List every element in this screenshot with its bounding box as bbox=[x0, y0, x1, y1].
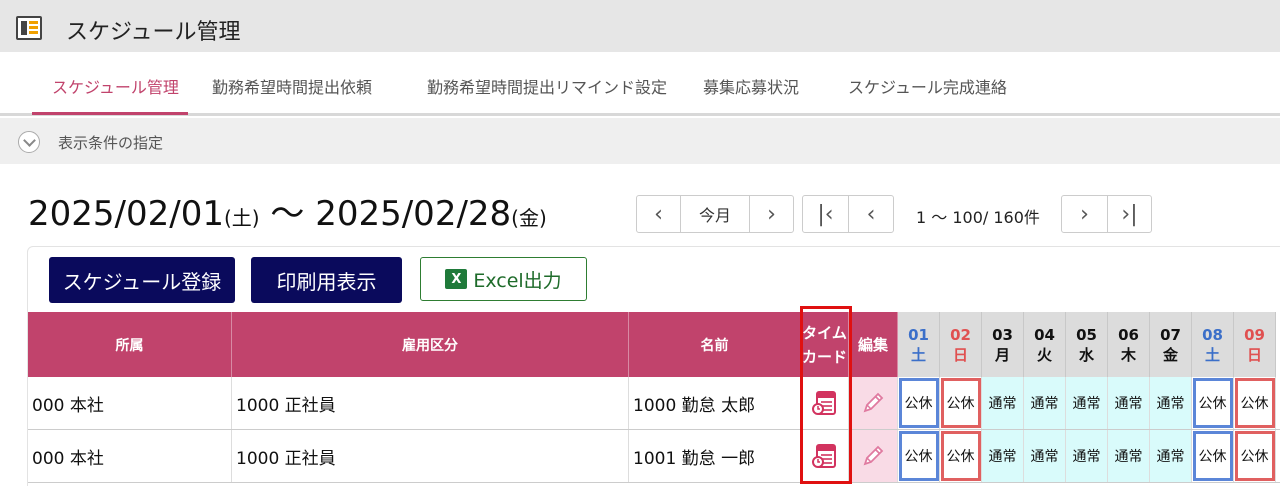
table-row: 000 本社 1000 正社員 1001 勤怠 一郎 公休 公休 通常 通常 通常 通常 通常 公休… bbox=[28, 430, 1280, 483]
date-range: 2025/02/01(土) ～ 2025/02/28(金) bbox=[28, 186, 547, 235]
shift-cell[interactable]: 通常 bbox=[1024, 430, 1066, 482]
day-number: 09 bbox=[1244, 325, 1265, 344]
last-page-button[interactable]: ›| bbox=[1108, 196, 1151, 232]
tab-work-hope-remind-setting[interactable]: 勤務希望時間提出リマインド設定 bbox=[427, 74, 667, 98]
range-separator: ～ bbox=[270, 194, 305, 234]
pencil-edit-icon[interactable] bbox=[849, 377, 898, 429]
shift-cell[interactable]: 公休 bbox=[940, 430, 982, 482]
active-tab-underline bbox=[32, 112, 188, 115]
first-page-button[interactable]: |‹ bbox=[803, 196, 848, 232]
filter-toggle-label[interactable]: 表示条件の指定 bbox=[58, 132, 163, 153]
shift-cell[interactable]: 通常 bbox=[1066, 430, 1108, 482]
page-navigator-forward: › ›| bbox=[1061, 195, 1152, 233]
header-day-03: 03 月 bbox=[982, 312, 1024, 377]
shift-cell[interactable]: 公休 bbox=[1234, 430, 1276, 482]
shift-cell[interactable]: 通常 bbox=[1024, 377, 1066, 429]
cell-name: 1001 勤怠 一郎 bbox=[629, 430, 801, 482]
end-date: 2025/02/28 bbox=[315, 194, 512, 234]
day-weekday: 土 bbox=[910, 345, 926, 364]
tab-schedule-complete-notice[interactable]: スケジュール完成連絡 bbox=[848, 74, 1007, 98]
tab-work-hope-request[interactable]: 勤務希望時間提出依頼 bbox=[212, 74, 372, 98]
shift-cell[interactable]: 通常 bbox=[1150, 430, 1192, 482]
header-day-08: 08 土 bbox=[1192, 312, 1234, 377]
schedule-register-button[interactable]: スケジュール登録 bbox=[49, 257, 235, 303]
filter-bar[interactable] bbox=[0, 118, 1280, 164]
day-weekday: 木 bbox=[1120, 345, 1136, 364]
shift-cell[interactable]: 公休 bbox=[940, 377, 982, 429]
tab-bar: スケジュール管理 勤務希望時間提出依頼 勤務希望時間提出リマインド設定 募集応募… bbox=[0, 52, 1280, 116]
table-row: 000 本社 1000 正社員 1000 勤怠 太郎 公休 公休 通常 通常 通常 通常 通常 公休… bbox=[28, 377, 1280, 430]
day-number: 07 bbox=[1160, 325, 1181, 344]
header-name: 名前 bbox=[629, 312, 801, 377]
header-affiliation: 所属 bbox=[28, 312, 232, 377]
day-weekday: 土 bbox=[1204, 345, 1220, 364]
day-weekday: 火 bbox=[1036, 345, 1052, 364]
end-weekday: (金) bbox=[511, 206, 547, 230]
day-number: 06 bbox=[1118, 325, 1139, 344]
day-number: 04 bbox=[1034, 325, 1055, 344]
current-month-button[interactable]: 今月 bbox=[681, 196, 749, 232]
day-number: 01 bbox=[908, 325, 929, 344]
next-month-button[interactable]: › bbox=[750, 196, 793, 232]
excel-export-label: Excel出力 bbox=[473, 269, 562, 292]
print-view-button[interactable]: 印刷用表示 bbox=[251, 257, 402, 303]
chevron-down-icon[interactable] bbox=[18, 131, 40, 153]
day-weekday: 日 bbox=[1246, 345, 1262, 364]
header-day-06: 06 木 bbox=[1108, 312, 1150, 377]
header-day-05: 05 水 bbox=[1066, 312, 1108, 377]
timecard-highlight-box bbox=[800, 306, 852, 484]
shift-cell[interactable]: 公休 bbox=[898, 430, 940, 482]
shift-cell[interactable]: 通常 bbox=[1150, 377, 1192, 429]
day-number: 05 bbox=[1076, 325, 1097, 344]
header-day-02: 02 日 bbox=[940, 312, 982, 377]
schedule-app-icon bbox=[16, 16, 42, 40]
cell-affiliation: 000 本社 bbox=[28, 430, 232, 482]
shift-cell[interactable]: 公休 bbox=[1192, 430, 1234, 482]
month-navigator: ‹ 今月 › bbox=[636, 195, 794, 233]
shift-cell[interactable]: 通常 bbox=[1108, 377, 1150, 429]
shift-cell[interactable]: 通常 bbox=[982, 377, 1024, 429]
next-page-button[interactable]: › bbox=[1062, 196, 1107, 232]
cell-affiliation: 000 本社 bbox=[28, 377, 232, 429]
day-number: 08 bbox=[1202, 325, 1223, 344]
excel-icon: X bbox=[445, 269, 468, 289]
shift-cell[interactable]: 通常 bbox=[1108, 430, 1150, 482]
header-day-09: 09 日 bbox=[1234, 312, 1276, 377]
header-day-04: 04 火 bbox=[1024, 312, 1066, 377]
prev-month-button[interactable]: ‹ bbox=[637, 196, 680, 232]
day-weekday: 日 bbox=[952, 345, 968, 364]
cell-employment: 1000 正社員 bbox=[232, 430, 629, 482]
header-employment: 雇用区分 bbox=[232, 312, 629, 377]
day-weekday: 金 bbox=[1162, 345, 1178, 364]
excel-export-button[interactable]: X Excel出力 bbox=[420, 257, 587, 301]
header-day-01: 01 土 bbox=[898, 312, 940, 377]
tab-schedule-management[interactable]: スケジュール管理 bbox=[52, 74, 179, 98]
title-bar: スケジュール管理 bbox=[0, 0, 1280, 52]
start-weekday: (土) bbox=[223, 206, 260, 230]
shift-cell[interactable]: 公休 bbox=[1192, 377, 1234, 429]
header-day-07: 07 金 bbox=[1150, 312, 1192, 377]
pencil-edit-icon[interactable] bbox=[849, 430, 898, 482]
tab-recruit-status[interactable]: 募集応募状況 bbox=[703, 74, 799, 98]
cell-name: 1000 勤怠 太郎 bbox=[629, 377, 801, 429]
day-weekday: 月 bbox=[994, 345, 1010, 364]
page-navigator-back: |‹ ‹ bbox=[802, 195, 894, 233]
day-number: 03 bbox=[992, 325, 1013, 344]
day-weekday: 水 bbox=[1078, 345, 1094, 364]
start-date: 2025/02/01 bbox=[28, 194, 224, 234]
app-title: スケジュール管理 bbox=[66, 20, 241, 45]
header-edit: 編集 bbox=[849, 312, 898, 377]
shift-cell[interactable]: 公休 bbox=[898, 377, 940, 429]
day-number: 02 bbox=[950, 325, 971, 344]
cell-employment: 1000 正社員 bbox=[232, 377, 629, 429]
record-count: 1 ～ 100/ 160件 bbox=[916, 208, 1040, 227]
shift-cell[interactable]: 公休 bbox=[1234, 377, 1276, 429]
prev-page-button[interactable]: ‹ bbox=[849, 196, 893, 232]
shift-cell[interactable]: 通常 bbox=[982, 430, 1024, 482]
shift-cell[interactable]: 通常 bbox=[1066, 377, 1108, 429]
